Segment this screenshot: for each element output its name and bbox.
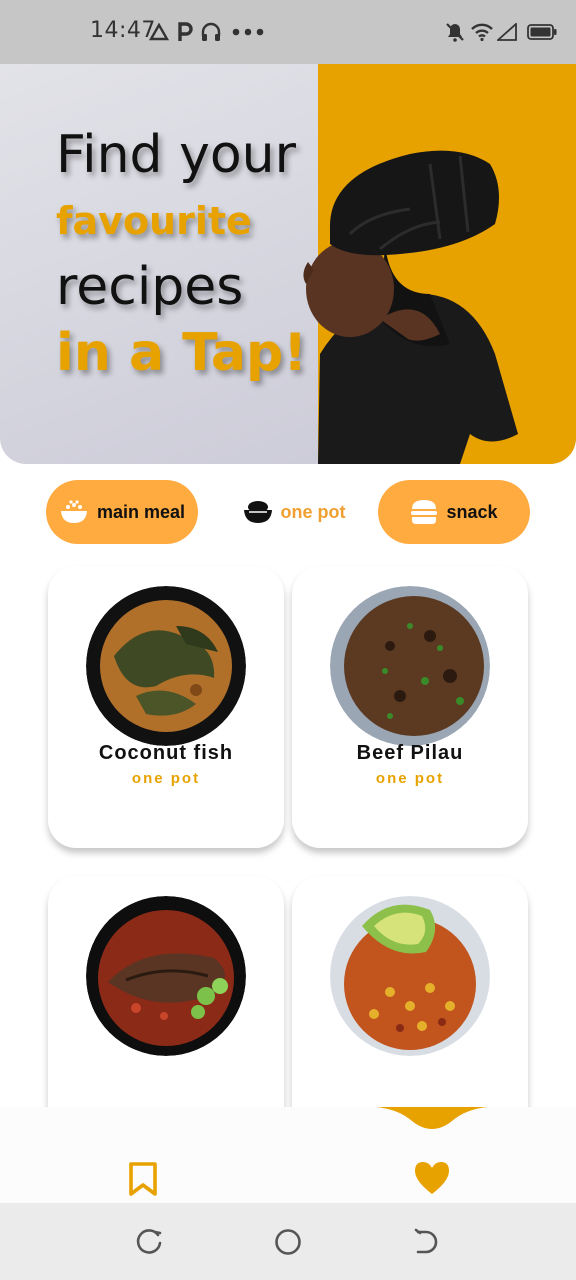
more-dots-icon xyxy=(232,18,264,46)
coconut-fish-image xyxy=(86,586,246,746)
signal-icon xyxy=(496,18,518,46)
chip-snack-label: snack xyxy=(446,501,498,522)
status-time: 14:47 xyxy=(90,18,156,43)
hero-line-1: Find your xyxy=(56,125,296,185)
recipe-category: one pot xyxy=(375,770,445,787)
active-indicator xyxy=(376,1107,488,1129)
beef-pilau-image xyxy=(330,586,490,746)
home-icon[interactable] xyxy=(272,1226,304,1258)
beans-avocado-image xyxy=(330,896,490,1056)
recipe-name: Beef Pilau xyxy=(356,742,464,764)
silent-icon xyxy=(444,18,466,46)
hero-line-3: recipes xyxy=(56,257,244,317)
back-icon[interactable] xyxy=(410,1226,442,1258)
parking-icon xyxy=(176,18,194,46)
recipe-card[interactable]: Coconut fish one pot xyxy=(48,566,284,848)
heart-icon xyxy=(415,1162,449,1194)
nav-item-2[interactable] xyxy=(216,1107,360,1203)
chip-main-meal[interactable]: main meal xyxy=(46,480,198,544)
bookmark-icon xyxy=(129,1162,157,1196)
battery-icon xyxy=(526,18,558,46)
headphones-icon xyxy=(200,18,222,46)
hero-banner: Find your favourite recipes in a Tap! xyxy=(0,64,576,464)
nav-favourites[interactable] xyxy=(360,1107,504,1203)
bottom-navigation xyxy=(0,1107,576,1203)
chip-main-meal-label: main meal xyxy=(96,501,186,522)
fried-fish-image xyxy=(86,896,246,1056)
rice-bowl-icon xyxy=(60,500,87,523)
chip-snack[interactable]: snack xyxy=(378,480,530,544)
recent-apps-icon[interactable] xyxy=(134,1226,166,1258)
recipe-name: Coconut fish xyxy=(98,742,234,764)
hero-headline: Find your favourite recipes in a Tap! xyxy=(56,122,307,386)
nav-saved[interactable] xyxy=(72,1107,216,1203)
recipe-card[interactable]: Beef Pilau one pot xyxy=(292,566,528,848)
category-filter: main meal one pot snack xyxy=(0,480,576,544)
status-bar: 14:47 xyxy=(0,0,576,64)
chip-one-pot-label: one pot xyxy=(280,501,346,522)
burger-icon xyxy=(411,500,438,524)
system-navigation-bar xyxy=(0,1203,576,1280)
wifi-icon xyxy=(470,18,494,46)
drive-icon xyxy=(148,18,170,46)
chef-image xyxy=(303,150,518,464)
pot-icon xyxy=(243,501,272,523)
recipe-category: one pot xyxy=(131,770,201,787)
chip-one-pot[interactable]: one pot xyxy=(236,480,352,544)
hero-line-4: in a Tap! xyxy=(56,323,307,383)
hero-line-2: favourite xyxy=(56,199,252,243)
